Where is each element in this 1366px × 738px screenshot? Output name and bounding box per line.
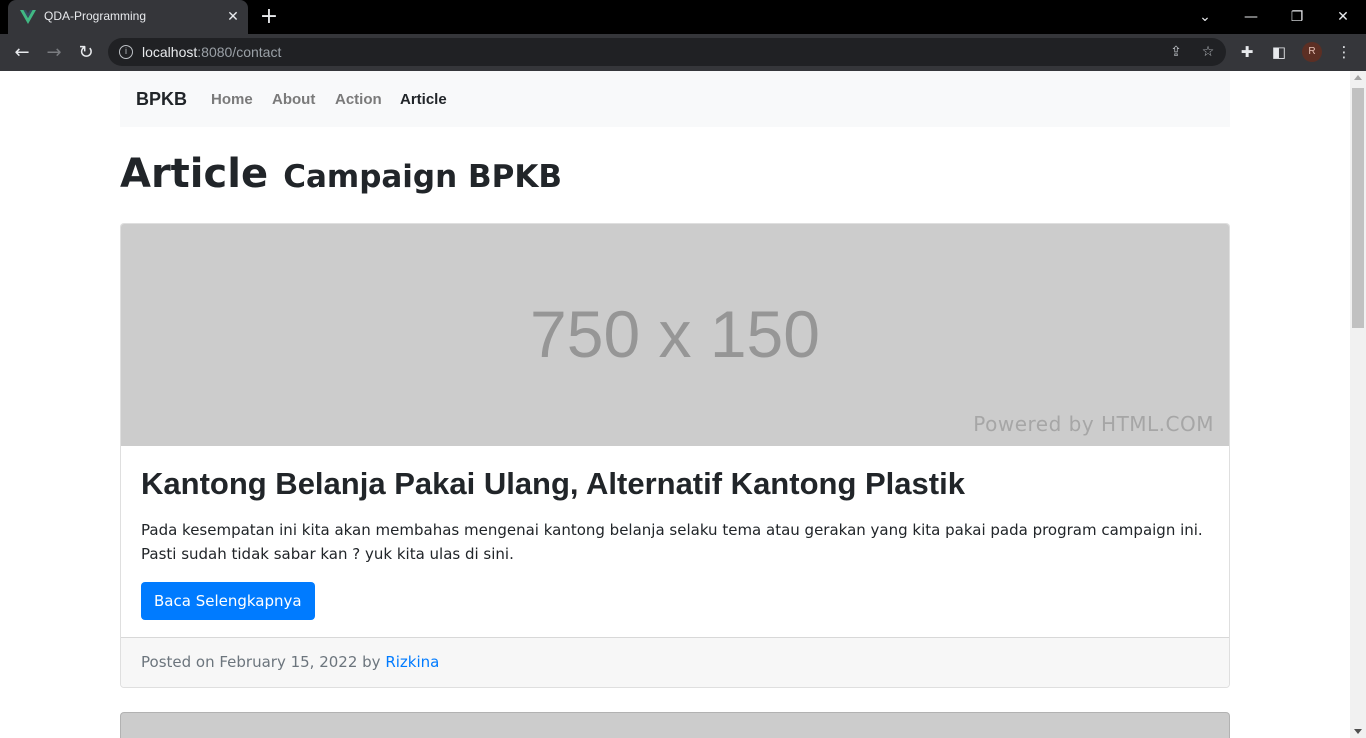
tab-title: QDA-Programming [44, 9, 147, 23]
article-card-footer: Posted on February 15, 2022 by Rizkina [121, 637, 1229, 687]
share-icon[interactable]: ⇪ [1166, 42, 1186, 62]
article-card-body: Kantong Belanja Pakai Ulang, Alternatif … [141, 464, 1211, 620]
reload-icon[interactable]: ↻ [74, 41, 98, 65]
nav-link-action[interactable]: Action [335, 91, 382, 108]
page-title-sub: Campaign BPKB [283, 159, 562, 195]
scroll-thumb[interactable] [1352, 88, 1364, 328]
nav-link-about[interactable]: About [272, 91, 315, 108]
article-title: Kantong Belanja Pakai Ulang, Alternatif … [141, 466, 965, 501]
close-window-icon[interactable]: ✕ [1331, 6, 1355, 28]
article-image-placeholder: 750 x 150 Powered by HTML.COM [121, 224, 1229, 446]
page-title-main: Article [120, 151, 269, 197]
forward-icon[interactable]: → [42, 41, 66, 65]
vue-logo-icon [20, 10, 36, 24]
nav-link-article[interactable]: Article [400, 91, 447, 108]
browser-tab-strip: QDA-Programming ✕ + ⌄ — ❐ ✕ [0, 0, 1366, 34]
page-title: Article Campaign BPKB [120, 151, 562, 197]
article-card: 750 x 150 Powered by HTML.COM Kantong Be… [120, 223, 1230, 688]
next-article-card [120, 712, 1230, 738]
side-panel-icon[interactable]: ◧ [1268, 41, 1290, 63]
profile-avatar[interactable]: R [1302, 42, 1322, 62]
scroll-down-arrow-icon[interactable] [1354, 729, 1362, 734]
site-navbar: BPKB Home About Action Article [120, 71, 1230, 127]
url-text[interactable]: localhost:8080/contact [142, 44, 281, 60]
extensions-icon[interactable]: ✚ [1236, 41, 1258, 63]
read-more-button[interactable]: Baca Selengkapnya [141, 582, 315, 620]
navbar-brand[interactable]: BPKB [136, 89, 187, 110]
menu-kebab-icon[interactable]: ⋮ [1333, 41, 1355, 63]
image-size-label: 750 x 150 [530, 297, 820, 371]
article-excerpt: Pada kesempatan ini kita akan membahas m… [141, 521, 1203, 563]
bookmark-star-icon[interactable]: ☆ [1198, 42, 1218, 62]
browser-tab[interactable]: QDA-Programming ✕ [8, 0, 248, 34]
minimize-icon[interactable]: — [1239, 6, 1263, 28]
author-link[interactable]: Rizkina [385, 653, 439, 671]
tab-close-icon[interactable]: ✕ [224, 8, 242, 26]
image-powered-label: Powered by HTML.COM [973, 412, 1214, 436]
back-icon[interactable]: ← [10, 41, 34, 65]
site-info-icon[interactable]: i [119, 45, 133, 59]
tab-search-icon[interactable]: ⌄ [1193, 6, 1217, 28]
page-container: BPKB Home About Action Article Article C… [120, 71, 1230, 738]
post-meta-text: Posted on February 15, 2022 by [141, 653, 386, 671]
page-viewport: BPKB Home About Action Article Article C… [0, 71, 1350, 738]
browser-toolbar: ← → ↻ i localhost:8080/contact ⇪ ☆ ✚ ◧ R… [0, 34, 1366, 71]
new-tab-icon[interactable]: + [258, 6, 280, 29]
nav-link-home[interactable]: Home [211, 91, 253, 108]
address-bar[interactable]: i localhost:8080/contact ⇪ ☆ [108, 38, 1226, 66]
page-scrollbar[interactable] [1350, 71, 1366, 738]
restore-icon[interactable]: ❐ [1285, 6, 1309, 28]
scroll-up-arrow-icon[interactable] [1354, 75, 1362, 80]
